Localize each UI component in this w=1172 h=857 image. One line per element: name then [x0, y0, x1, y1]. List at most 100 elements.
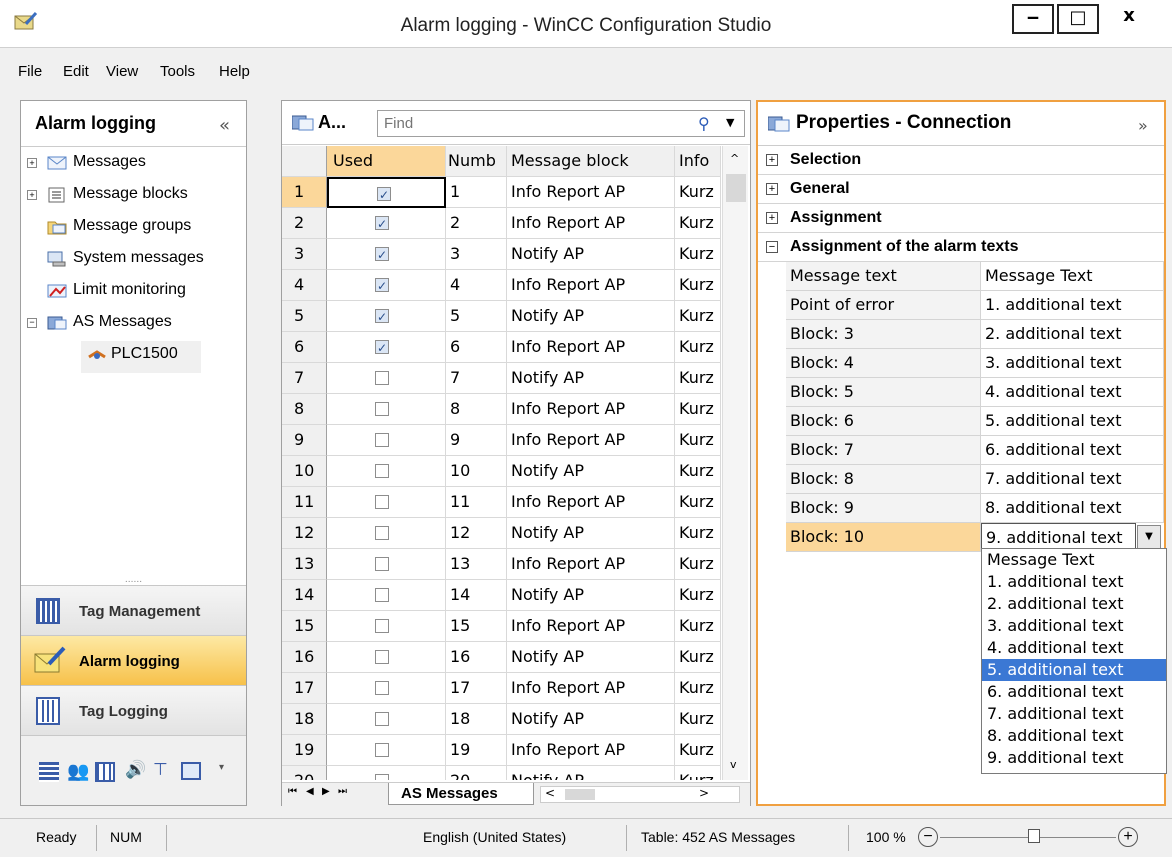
- property-value[interactable]: 6. additional text: [981, 436, 1164, 465]
- message-block-cell[interactable]: Notify AP: [507, 301, 675, 332]
- dropdown-option[interactable]: 2. additional text: [982, 593, 1166, 615]
- row-header[interactable]: 2: [282, 208, 327, 239]
- info-cell[interactable]: Kurz: [675, 766, 721, 780]
- expand-icon[interactable]: +: [27, 158, 37, 168]
- used-checkbox[interactable]: [375, 774, 389, 780]
- close-button[interactable]: x: [1102, 4, 1156, 34]
- horizontal-scrollbar[interactable]: < >: [540, 786, 740, 803]
- used-cell[interactable]: [327, 611, 446, 642]
- row-header[interactable]: 5: [282, 301, 327, 332]
- info-cell[interactable]: Kurz: [675, 704, 721, 735]
- message-block-cell[interactable]: Notify AP: [507, 239, 675, 270]
- expand-icon[interactable]: +: [766, 154, 778, 166]
- used-checkbox[interactable]: [375, 302, 389, 331]
- used-checkbox[interactable]: [375, 402, 389, 416]
- section-general[interactable]: + General: [758, 175, 1164, 204]
- section-assignment-alarm-texts[interactable]: − Assignment of the alarm texts: [758, 233, 1164, 262]
- tree-item-message-blocks[interactable]: + Message blocks: [21, 181, 246, 213]
- info-cell[interactable]: Kurz: [675, 425, 721, 456]
- info-cell[interactable]: Kurz: [675, 332, 721, 363]
- tree-item-limit-monitoring[interactable]: Limit monitoring: [21, 277, 246, 309]
- message-block-cell[interactable]: Notify AP: [507, 580, 675, 611]
- more-dropdown-icon[interactable]: ▾: [219, 762, 224, 773]
- message-block-cell[interactable]: Info Report AP: [507, 208, 675, 239]
- info-cell[interactable]: Kurz: [675, 549, 721, 580]
- used-cell[interactable]: [327, 487, 446, 518]
- next-sheet-icon[interactable]: ▶: [322, 786, 330, 797]
- used-checkbox[interactable]: [375, 557, 389, 571]
- menu-help[interactable]: Help: [219, 63, 250, 80]
- used-cell[interactable]: [327, 425, 446, 456]
- used-cell[interactable]: [327, 394, 446, 425]
- expand-icon[interactable]: +: [766, 183, 778, 195]
- info-cell[interactable]: Kurz: [675, 456, 721, 487]
- menu-view[interactable]: View: [106, 63, 138, 80]
- zoom-out-icon[interactable]: −: [918, 827, 938, 847]
- row-header[interactable]: 1: [282, 177, 327, 208]
- info-cell[interactable]: Kurz: [675, 177, 721, 208]
- panel-splitter[interactable]: ......: [21, 575, 246, 585]
- used-cell[interactable]: [327, 177, 446, 208]
- used-checkbox[interactable]: [375, 588, 389, 602]
- message-block-cell[interactable]: Info Report AP: [507, 270, 675, 301]
- column-header-info[interactable]: Info: [675, 146, 721, 177]
- column-header-used[interactable]: Used: [327, 146, 446, 177]
- used-checkbox[interactable]: [375, 526, 389, 540]
- dropdown-arrow-icon[interactable]: ▼: [1137, 525, 1161, 549]
- number-cell[interactable]: 15: [446, 611, 507, 642]
- number-cell[interactable]: 7: [446, 363, 507, 394]
- property-value[interactable]: Message Text: [981, 262, 1164, 291]
- nav-tag-logging[interactable]: Tag Logging: [21, 685, 246, 735]
- number-cell[interactable]: 19: [446, 735, 507, 766]
- row-header[interactable]: 18: [282, 704, 327, 735]
- tree-item-plc1500[interactable]: PLC1500: [81, 341, 201, 373]
- used-checkbox[interactable]: [375, 333, 389, 362]
- expand-icon[interactable]: +: [766, 212, 778, 224]
- number-cell[interactable]: 12: [446, 518, 507, 549]
- prev-sheet-icon[interactable]: ◀: [306, 786, 314, 797]
- dropdown-option[interactable]: 9. additional text: [982, 747, 1166, 769]
- info-cell[interactable]: Kurz: [675, 518, 721, 549]
- number-cell[interactable]: 13: [446, 549, 507, 580]
- sound-icon[interactable]: 🔊: [125, 760, 146, 780]
- used-checkbox[interactable]: [375, 209, 389, 238]
- number-cell[interactable]: 14: [446, 580, 507, 611]
- tree-item-message-groups[interactable]: Message groups: [21, 213, 246, 245]
- users-icon[interactable]: 👥: [67, 761, 89, 782]
- dropdown-option[interactable]: 7. additional text: [982, 703, 1166, 725]
- row-header[interactable]: 7: [282, 363, 327, 394]
- used-cell[interactable]: [327, 704, 446, 735]
- number-cell[interactable]: 18: [446, 704, 507, 735]
- info-cell[interactable]: Kurz: [675, 487, 721, 518]
- number-cell[interactable]: 11: [446, 487, 507, 518]
- scroll-up-icon[interactable]: ^: [730, 152, 739, 165]
- info-cell[interactable]: Kurz: [675, 301, 721, 332]
- picture-icon[interactable]: [181, 762, 201, 780]
- dropdown-option[interactable]: 4. additional text: [982, 637, 1166, 659]
- used-checkbox[interactable]: [375, 271, 389, 300]
- number-cell[interactable]: 16: [446, 642, 507, 673]
- search-box[interactable]: ⚲ ▼: [377, 110, 745, 137]
- scroll-down-icon[interactable]: v: [730, 758, 737, 771]
- menu-tools[interactable]: Tools: [160, 63, 195, 80]
- message-block-cell[interactable]: Info Report AP: [507, 611, 675, 642]
- property-value[interactable]: 5. additional text: [981, 407, 1164, 436]
- used-cell[interactable]: [327, 673, 446, 704]
- menu-file[interactable]: File: [18, 63, 42, 80]
- used-cell[interactable]: [327, 735, 446, 766]
- message-block-cell[interactable]: Notify AP: [507, 766, 675, 780]
- number-cell[interactable]: 8: [446, 394, 507, 425]
- used-cell[interactable]: [327, 766, 446, 780]
- used-checkbox[interactable]: [375, 712, 389, 726]
- used-checkbox[interactable]: [375, 743, 389, 757]
- tree-item-messages[interactable]: + Messages: [21, 149, 246, 181]
- row-header[interactable]: 20: [282, 766, 327, 780]
- number-cell[interactable]: 4: [446, 270, 507, 301]
- row-header[interactable]: 4: [282, 270, 327, 301]
- used-checkbox[interactable]: [375, 240, 389, 269]
- used-cell[interactable]: [327, 580, 446, 611]
- message-block-cell[interactable]: Notify AP: [507, 704, 675, 735]
- number-cell[interactable]: 6: [446, 332, 507, 363]
- last-sheet-icon[interactable]: ⏭: [338, 786, 347, 797]
- used-cell[interactable]: [327, 239, 446, 270]
